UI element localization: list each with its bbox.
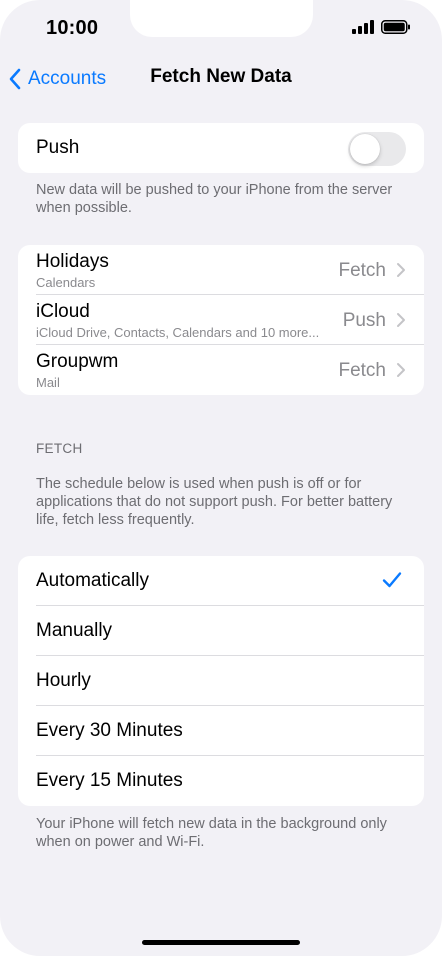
accounts-group: Holidays Calendars Fetch iCloud iCloud D… xyxy=(18,245,424,395)
fetch-option-automatically[interactable]: Automatically xyxy=(18,556,424,606)
account-fetch-value: Fetch xyxy=(338,360,386,381)
fetch-section-header: FETCH xyxy=(36,441,83,456)
fetch-option-label: Every 30 Minutes xyxy=(36,720,183,741)
push-row: Push xyxy=(18,123,424,173)
fetch-option-hourly[interactable]: Hourly xyxy=(18,656,424,706)
fetch-option-label: Manually xyxy=(36,620,113,641)
account-fetch-value: Push xyxy=(342,310,386,331)
dynamic-island-notch xyxy=(130,0,313,37)
fetch-options-group: Automatically Manually Hourly Every 30 M… xyxy=(18,556,424,806)
chevron-right-icon xyxy=(397,313,405,327)
account-row-groupwm[interactable]: Groupwm Mail Fetch xyxy=(18,345,424,395)
fetch-option-every-15-minutes[interactable]: Every 15 Minutes xyxy=(18,756,424,806)
page-title: Fetch New Data xyxy=(150,66,292,87)
fetch-footnote: Your iPhone will fetch new data in the b… xyxy=(36,816,387,850)
battery-icon xyxy=(381,20,410,34)
push-toggle[interactable] xyxy=(348,132,406,166)
push-toggle-knob xyxy=(350,134,380,164)
fetch-option-label: Hourly xyxy=(36,670,91,691)
status-icons xyxy=(352,20,411,34)
fetch-description: The schedule below is used when push is … xyxy=(36,476,393,528)
push-label: Push xyxy=(36,137,80,158)
account-name: Holidays xyxy=(36,251,109,272)
fetch-option-every-30-minutes[interactable]: Every 30 Minutes xyxy=(18,706,424,756)
push-footnote: New data will be pushed to your iPhone f… xyxy=(36,182,393,216)
account-fetch-value: Fetch xyxy=(338,260,386,281)
phone-screen: 10:00 Accounts Fetch New Data Push New d… xyxy=(0,0,442,956)
fetch-option-label: Every 15 Minutes xyxy=(36,770,183,791)
checkmark-icon xyxy=(382,572,402,588)
fetch-option-label: Automatically xyxy=(36,570,149,591)
cellular-signal-icon xyxy=(352,20,374,34)
account-detail: Mail xyxy=(36,375,60,390)
account-row-icloud[interactable]: iCloud iCloud Drive, Contacts, Calendars… xyxy=(18,295,424,345)
push-group: Push xyxy=(18,123,424,173)
account-name: Groupwm xyxy=(36,351,119,372)
chevron-right-icon xyxy=(397,363,405,377)
account-name: iCloud xyxy=(36,301,90,322)
fetch-option-manually[interactable]: Manually xyxy=(18,606,424,656)
chevron-right-icon xyxy=(397,263,405,277)
status-time: 10:00 xyxy=(46,17,99,39)
account-detail: iCloud Drive, Contacts, Calendars and 10… xyxy=(36,325,320,340)
home-indicator[interactable] xyxy=(142,940,300,945)
account-detail: Calendars xyxy=(36,275,96,290)
account-row-holidays[interactable]: Holidays Calendars Fetch xyxy=(18,245,424,295)
